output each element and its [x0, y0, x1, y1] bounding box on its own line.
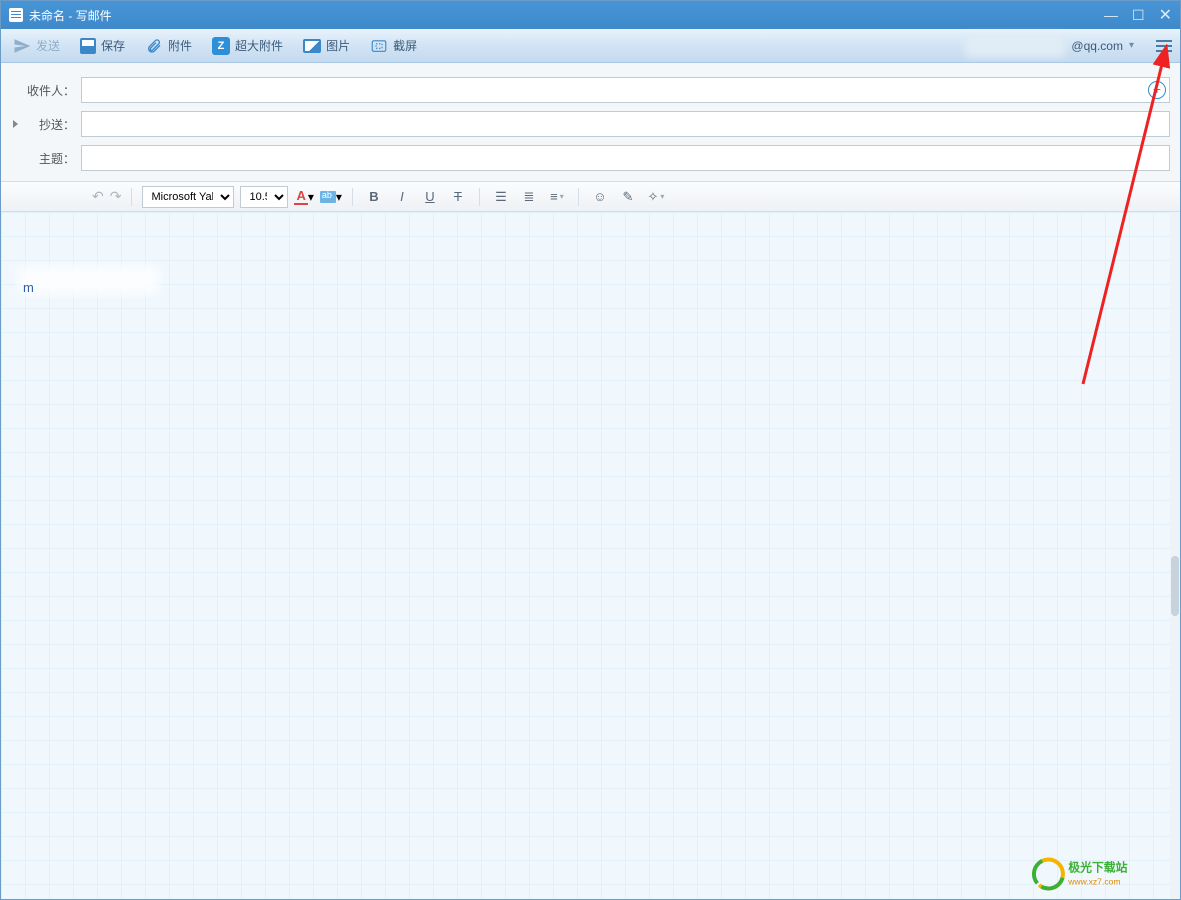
chevron-down-icon: ▾ [1129, 40, 1134, 51]
subject-row: 主题： [11, 145, 1170, 171]
redacted-signature [19, 266, 159, 294]
save-button[interactable]: 保存 [76, 34, 129, 57]
size-select[interactable]: 10.5 [240, 186, 288, 208]
image-label: 图片 [326, 37, 350, 54]
italic-button[interactable]: I [391, 186, 413, 208]
close-button[interactable]: ✕ [1159, 5, 1172, 25]
chevron-down-icon: ▾ [336, 190, 342, 204]
undo-button[interactable]: ↶ [92, 188, 104, 205]
big-attach-button[interactable]: Z 超大附件 [208, 34, 287, 58]
chevron-down-icon: ▾ [308, 190, 314, 204]
account-suffix: @qq.com [1071, 39, 1123, 53]
more-button[interactable]: ✧▾ [645, 186, 667, 208]
strikethrough-button[interactable]: T [447, 186, 469, 208]
to-label: 收件人： [11, 82, 81, 99]
save-label: 保存 [101, 37, 125, 54]
attach-button[interactable]: 附件 [141, 34, 196, 58]
account-selector[interactable]: @qq.com ▾ [965, 35, 1134, 57]
cc-label: 抄送： [11, 116, 81, 133]
document-icon [9, 8, 23, 22]
screenshot-button[interactable]: 截屏 [366, 34, 421, 58]
image-button[interactable]: 图片 [299, 34, 354, 57]
expand-cc-icon[interactable] [13, 120, 18, 128]
menu-button[interactable] [1156, 40, 1172, 52]
screenshot-icon [370, 37, 388, 55]
screenshot-label: 截屏 [393, 37, 417, 54]
to-row: 收件人： + [11, 77, 1170, 103]
separator [131, 188, 132, 206]
header-fields: 收件人： + 抄送： 主题： [1, 63, 1180, 182]
scrollbar-track[interactable] [1170, 212, 1180, 899]
window-title: 未命名 - 写邮件 [29, 7, 112, 24]
window-controls: — ☐ ✕ [1104, 5, 1172, 25]
format-toolbar: ↶ ↷ Microsoft Yal 10.5 A ▾ ▾ B I U T ☰ ≣… [1, 182, 1180, 212]
bullet-list-button[interactable]: ☰ [490, 186, 512, 208]
paperclip-icon [145, 37, 163, 55]
image-icon [303, 39, 321, 53]
numbered-list-button[interactable]: ≣ [518, 186, 540, 208]
big-attach-label: 超大附件 [235, 37, 283, 54]
cc-row: 抄送： [11, 111, 1170, 137]
minimize-button[interactable]: — [1104, 7, 1118, 23]
main-toolbar: 发送 保存 附件 Z 超大附件 图片 截屏 @qq.com ▾ [1, 29, 1180, 63]
paper-plane-icon [13, 37, 31, 55]
attach-label: 附件 [168, 37, 192, 54]
clear-format-button[interactable]: ✎ [617, 186, 639, 208]
highlight-icon [320, 191, 336, 203]
titlebar: 未命名 - 写邮件 — ☐ ✕ [1, 1, 1180, 29]
compose-window: 未命名 - 写邮件 — ☐ ✕ 发送 保存 附件 Z 超大附件 图片 [0, 0, 1181, 900]
subject-input[interactable] [81, 145, 1170, 171]
bold-button[interactable]: B [363, 186, 385, 208]
body-text-fragment: m [23, 280, 34, 295]
big-attach-icon: Z [212, 37, 230, 55]
subject-label: 主题： [11, 150, 81, 167]
separator [352, 188, 353, 206]
align-button[interactable]: ≡▾ [546, 186, 568, 208]
separator [578, 188, 579, 206]
send-button[interactable]: 发送 [9, 34, 64, 58]
add-contact-button[interactable]: + [1148, 81, 1166, 99]
scrollbar-thumb[interactable] [1171, 556, 1179, 616]
font-color-icon: A [294, 188, 307, 205]
redo-button[interactable]: ↷ [110, 188, 122, 205]
font-color-button[interactable]: A ▾ [294, 188, 313, 205]
to-input[interactable] [81, 77, 1170, 103]
account-name-redacted [965, 35, 1065, 57]
highlight-button[interactable]: ▾ [320, 190, 342, 204]
editor-area[interactable]: m [1, 212, 1180, 899]
font-select[interactable]: Microsoft Yal [142, 186, 234, 208]
maximize-button[interactable]: ☐ [1132, 7, 1145, 24]
separator [479, 188, 480, 206]
emoji-button[interactable]: ☺ [589, 186, 611, 208]
cc-label-text: 抄送： [39, 118, 75, 132]
cc-input[interactable] [81, 111, 1170, 137]
send-label: 发送 [36, 37, 60, 54]
save-icon [80, 38, 96, 54]
underline-button[interactable]: U [419, 186, 441, 208]
